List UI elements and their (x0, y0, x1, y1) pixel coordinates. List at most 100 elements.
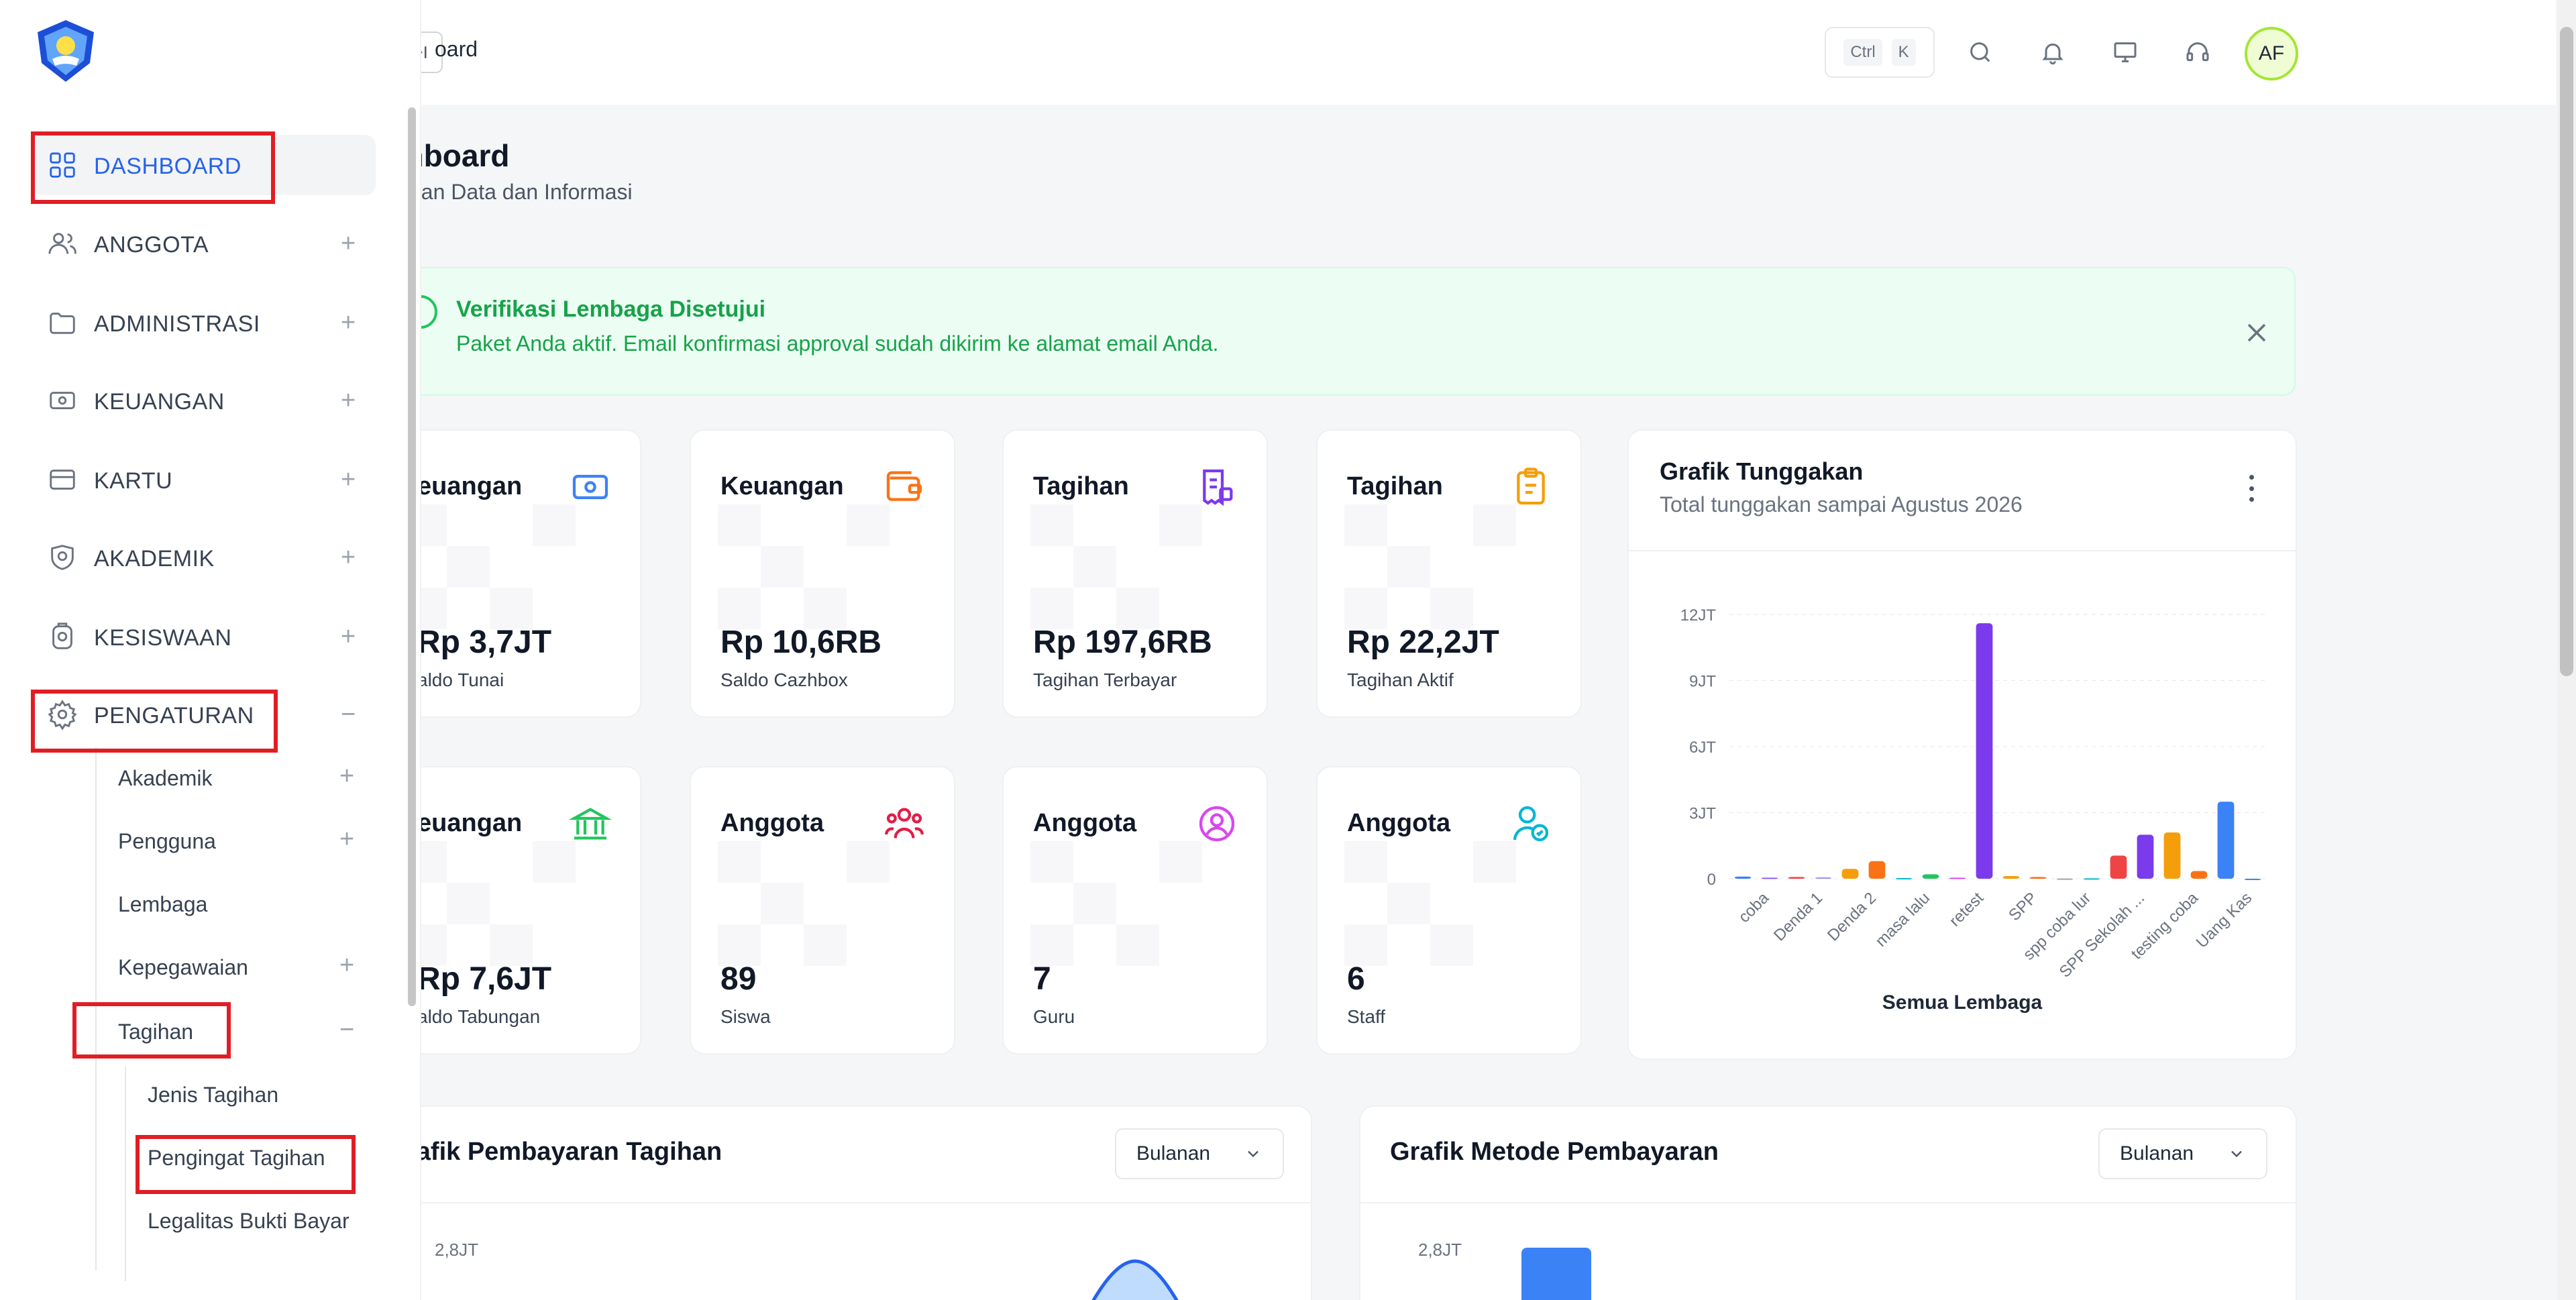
card-label: Tagihan Terbayar (1033, 669, 1177, 690)
expand-icon[interactable]: + (341, 622, 356, 651)
chevron-down-icon (1248, 1150, 1258, 1158)
bar[interactable] (2110, 855, 2127, 879)
stat-card-saldo-cazhbox[interactable]: Keuangan Rp 10,6RB Saldo Cazhbox (690, 429, 955, 718)
sidebar-subitem-jenis-tagihan[interactable]: Jenis Tagihan (148, 1083, 278, 1107)
x-tick-label: SPP (2005, 889, 2041, 924)
breadcrumb: oard (435, 37, 478, 61)
collapse-icon[interactable]: − (339, 1016, 354, 1044)
sidebar-scrollbar[interactable] (408, 107, 416, 1006)
sidebar-item-label: AKADEMIK (94, 546, 215, 572)
expand-icon[interactable]: + (341, 229, 356, 258)
tree-line (125, 1067, 126, 1281)
card-title: Anggota (1347, 809, 1451, 837)
cash-icon (566, 463, 614, 511)
bar[interactable] (2056, 878, 2074, 880)
card-pattern (718, 841, 890, 966)
bar[interactable] (1895, 878, 1913, 880)
expand-icon[interactable]: + (339, 951, 354, 980)
card-pattern (1344, 504, 1516, 629)
expand-icon[interactable]: + (341, 466, 356, 494)
period-select[interactable]: Bulanan (2098, 1128, 2267, 1179)
bar[interactable] (1949, 877, 1966, 879)
bar[interactable] (2190, 871, 2208, 879)
area-chart-peak (1091, 1259, 1179, 1300)
period-select[interactable]: Bulanan (1115, 1128, 1284, 1179)
card-pattern (404, 841, 576, 966)
expand-icon[interactable]: + (341, 309, 356, 337)
sidebar-item-akademik[interactable]: AKADEMIK + (32, 527, 376, 588)
stat-card-staff[interactable]: Anggota 6 Staff (1316, 766, 1582, 1054)
sidebar-subitem-legalitas-bukti-bayar[interactable]: Legalitas Bukti Bayar (148, 1209, 350, 1234)
highlight-dashboard (31, 131, 275, 204)
bell-icon[interactable] (2035, 35, 2070, 70)
stat-card-tagihan-terbayar[interactable]: Tagihan Rp 197,6RB Tagihan Terbayar (1002, 429, 1268, 718)
sidebar-subitem-lembaga[interactable]: Lembaga (118, 892, 207, 917)
expand-icon[interactable]: + (339, 762, 354, 791)
expand-icon[interactable]: + (341, 386, 356, 415)
sidebar-item-kartu[interactable]: KARTU + (32, 449, 376, 510)
y-tick-label: 12JT (1680, 606, 1717, 625)
stat-card-siswa[interactable]: Anggota 89 Siswa (690, 766, 955, 1054)
bar[interactable] (1922, 874, 1939, 879)
select-value: Bulanan (2120, 1142, 2194, 1164)
chevron-down-icon (2231, 1150, 2242, 1158)
headset-icon[interactable] (2180, 35, 2215, 70)
sidebar-subitem-pengguna[interactable]: Pengguna (118, 829, 216, 854)
sidebar-item-label: KESISWAAN (94, 625, 232, 651)
card-title: euangan (417, 472, 523, 500)
sidebar-item-administrasi[interactable]: ADMINISTRASI + (32, 292, 376, 353)
card-label: Tagihan Aktif (1347, 669, 1454, 690)
sidebar-subitem-akademik[interactable]: Akademik (118, 766, 213, 791)
close-icon[interactable] (2241, 317, 2273, 349)
bar[interactable] (1734, 876, 1752, 879)
bar[interactable] (2029, 877, 2047, 879)
sidebar-item-keuangan[interactable]: KEUANGAN + (32, 370, 376, 431)
bar[interactable] (1788, 877, 1805, 879)
search-icon[interactable] (1963, 35, 1998, 70)
sidebar-item-label: ADMINISTRASI (94, 311, 260, 337)
x-tick-label: Uang Kas (2193, 889, 2256, 952)
invoice-icon (1193, 463, 1241, 511)
bar[interactable] (2244, 879, 2261, 880)
command-search-button[interactable]: Ctrl K (1825, 27, 1935, 78)
card-value: 7 (1033, 961, 1051, 997)
more-vertical-icon[interactable] (2246, 475, 2257, 502)
folder-icon (50, 313, 75, 334)
stat-card-guru[interactable]: Anggota 7 Guru (1002, 766, 1268, 1054)
bar (1521, 1248, 1591, 1300)
page-subtitle: kasan Data dan Informasi (388, 180, 633, 204)
collapse-icon[interactable]: − (341, 700, 356, 729)
kbd-k: K (1891, 39, 1916, 66)
chart-xlabel: Semua Lembaga (1882, 991, 2043, 1014)
bar[interactable] (1868, 861, 1886, 879)
bar[interactable] (2163, 832, 2181, 879)
card-icon (50, 470, 75, 490)
bar[interactable] (2002, 876, 2020, 879)
avatar[interactable]: AF (2245, 27, 2298, 80)
bar[interactable] (2137, 834, 2154, 879)
bar[interactable] (1761, 877, 1778, 879)
chart-title: Grafik Tunggakan (1660, 457, 1864, 485)
alert-title: Verifikasi Lembaga Disetujui (456, 296, 766, 322)
page-scrollbar-thumb[interactable] (2560, 27, 2573, 676)
sidebar-item-kesiswaan[interactable]: KESISWAAN + (32, 606, 376, 667)
card-label: Guru (1033, 1006, 1075, 1027)
bar[interactable] (1976, 623, 1993, 879)
sidebar-subitem-kepegawaian[interactable]: Kepegawaian (118, 955, 248, 980)
bar[interactable] (1841, 869, 1859, 879)
card-value: Rp 197,6RB (1033, 625, 1212, 660)
card-label: aldo Tunai (417, 669, 504, 690)
bar[interactable] (2083, 878, 2100, 880)
tunggakan-bar-chart: 0 3JT 6JT 9JT 12JT cobaDenda 1Denda 2masa lal… (1680, 606, 2266, 981)
logo[interactable] (32, 17, 99, 85)
expand-icon[interactable]: + (341, 543, 356, 572)
stat-card-tagihan-aktif[interactable]: Tagihan Rp 22,2JT Tagihan Aktif (1316, 429, 1582, 718)
monitor-icon[interactable] (2108, 35, 2143, 70)
bar[interactable] (2217, 802, 2235, 879)
expand-icon[interactable]: + (339, 825, 354, 854)
x-tick-label: Denda 1 (1770, 889, 1826, 944)
sidebar-item-anggota[interactable]: ANGGOTA + (32, 213, 376, 274)
bar[interactable] (1815, 877, 1832, 879)
y-tick-label: 2,8JT (435, 1240, 479, 1260)
users-icon (48, 233, 76, 254)
